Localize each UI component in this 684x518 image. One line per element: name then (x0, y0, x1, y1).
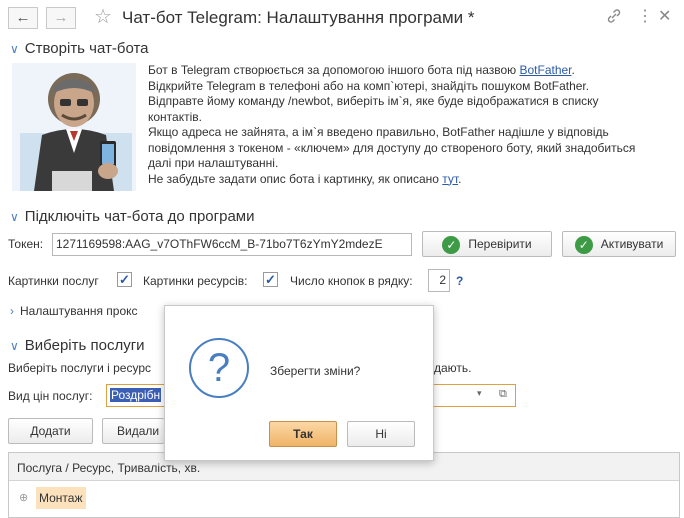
service-images-label: Картинки послуг (8, 274, 99, 288)
activate-button[interactable]: ✓ Активувати (562, 231, 676, 257)
add-button[interactable]: Додати (8, 418, 93, 444)
proxy-settings-toggle[interactable]: › Налаштування прокс (10, 304, 138, 318)
price-type-value: Роздрібн (110, 388, 162, 402)
section-create-bot-title: Створіть чат-бота (24, 40, 149, 57)
table-row[interactable]: ⊕ Монтаж (9, 487, 679, 511)
forward-button[interactable]: → (46, 7, 76, 29)
yes-button[interactable]: Так (269, 421, 337, 447)
chevron-down-icon: ∨ (10, 42, 19, 56)
no-button[interactable]: Ні (347, 421, 415, 447)
checkmark-icon: ✓ (442, 235, 461, 254)
more-vertical-icon[interactable]: ⋮ (637, 6, 653, 26)
back-button[interactable]: ← (8, 7, 38, 29)
buttons-per-row-input[interactable]: 2 (428, 269, 450, 292)
service-images-checkbox[interactable]: ✓ (117, 272, 132, 287)
services-description-end: дають. (434, 361, 472, 375)
price-type-label: Вид цін послуг: (8, 389, 93, 403)
window-title: Чат-бот Telegram: Налаштування програми … (122, 8, 475, 27)
botfather-link[interactable]: BotFather (519, 63, 571, 77)
question-icon: ? (189, 338, 249, 398)
instr-line-8: Не забудьте задати опис бота і картинку,… (148, 171, 443, 186)
row-label: Монтаж (36, 487, 86, 509)
section-connect-bot[interactable]: ∨ Підключіть чат-бота до програми (10, 208, 255, 225)
checkmark-icon: ✓ (574, 235, 593, 254)
close-icon[interactable]: ✕ (658, 6, 671, 26)
buttons-per-row-label: Число кнопок в рядку: (290, 274, 413, 288)
remove-button-label: Видали (117, 424, 160, 438)
instr-line-1: Бот в Telegram створюється за допомогою … (148, 63, 520, 77)
instr-line-6: повідомлення з токеном - «ключем» для до… (148, 140, 636, 155)
expand-icon[interactable]: ⊕ (19, 491, 28, 504)
save-changes-dialog: ? Зберегти зміни? Так Ні (164, 305, 434, 461)
section-create-bot[interactable]: ∨ Створіть чат-бота (10, 40, 149, 57)
chevron-down-icon: ∨ (10, 339, 19, 353)
help-icon[interactable]: ? (456, 274, 463, 288)
instr-line-4: контактів. (148, 109, 202, 124)
section-select-services-title: Виберіть послуги (24, 337, 145, 354)
remove-button[interactable]: Видали (102, 418, 164, 444)
dialog-message: Зберегти зміни? (270, 364, 361, 378)
instr-line-1-end: . (571, 63, 575, 77)
dropdown-arrow-icon[interactable]: ▾ (477, 388, 482, 399)
instr-line-3: Відправте йому команду /newbot, виберіть… (148, 94, 599, 108)
link-icon[interactable] (606, 8, 622, 28)
services-description: Виберіть послуги і ресурс (8, 361, 152, 375)
activate-button-label: Активувати (600, 237, 664, 251)
services-table: Послуга / Ресурс, Тривалість, хв. ⊕ Монт… (8, 452, 680, 518)
instr-line-7: далі при налаштуванні. (148, 156, 279, 170)
verify-button-label: Перевірити (468, 237, 532, 251)
instr-line-5: Якщо адреса не зайнята, а ім`я введено п… (148, 125, 609, 139)
token-input[interactable]: 1271169598:AAG_v7OThFW6ccM_B-71bo7T6zYmY… (52, 233, 412, 256)
instr-line-2: Відкрийте Telegram в телефоні або на ком… (148, 78, 590, 93)
table-header-label: Послуга / Ресурс, Тривалість, хв. (17, 461, 201, 475)
section-connect-bot-title: Підключіть чат-бота до програми (24, 208, 255, 225)
arrow-right-icon: → (53, 9, 69, 26)
token-label: Токен: (8, 237, 44, 251)
chevron-right-icon: › (10, 304, 14, 318)
star-icon[interactable]: ☆ (94, 4, 112, 29)
section-select-services[interactable]: ∨ Виберіть послуги (10, 337, 145, 354)
arrow-left-icon: ← (15, 9, 31, 26)
resource-images-checkbox[interactable]: ✓ (263, 272, 278, 287)
botfather-avatar (12, 63, 136, 191)
create-bot-instructions: Бот в Telegram створюється за допомогою … (148, 63, 635, 187)
open-form-icon[interactable]: ⧉ (499, 388, 507, 401)
description-link[interactable]: тут (442, 172, 458, 186)
verify-button[interactable]: ✓ Перевірити (422, 231, 552, 257)
instr-line-8-end: . (458, 171, 462, 186)
resource-images-label: Картинки ресурсів: (143, 274, 248, 288)
proxy-settings-label: Налаштування прокс (20, 304, 138, 318)
chevron-down-icon: ∨ (10, 210, 19, 224)
